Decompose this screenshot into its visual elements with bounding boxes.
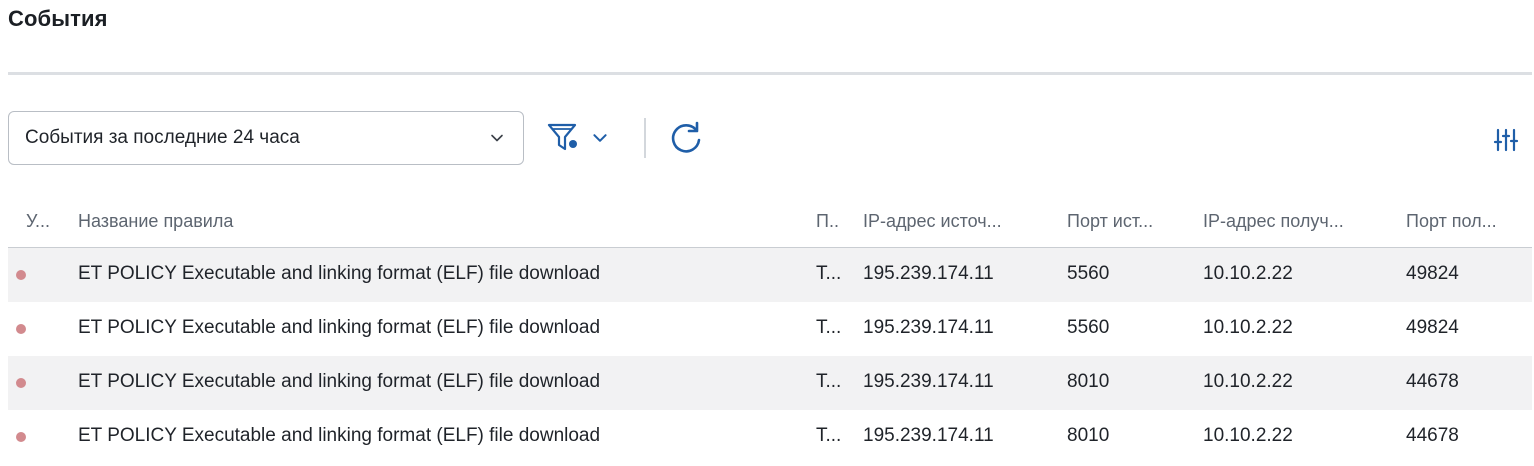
table-row[interactable]: ET POLICY Executable and linking format … bbox=[8, 356, 1532, 410]
destination-ip-cell: 10.10.2.22 bbox=[1203, 371, 1293, 392]
column-header-source-port[interactable]: Порт ист... bbox=[1067, 211, 1153, 232]
period-select-value: События за последние 24 часа bbox=[25, 127, 300, 148]
severity-indicator bbox=[16, 432, 26, 442]
source-port-cell: 8010 bbox=[1067, 425, 1110, 446]
rule-name-cell: ET POLICY Executable and linking format … bbox=[78, 371, 601, 392]
column-header-rule-name[interactable]: Название правила bbox=[78, 211, 233, 232]
destination-ip-cell: 10.10.2.22 bbox=[1203, 263, 1293, 284]
protocol-cell: T... bbox=[816, 317, 842, 338]
rule-name-cell: ET POLICY Executable and linking format … bbox=[78, 317, 601, 338]
column-header-protocol[interactable]: П.. bbox=[816, 211, 839, 232]
protocol-cell: T... bbox=[816, 263, 842, 284]
protocol-cell: T... bbox=[816, 425, 842, 446]
filter-icon bbox=[547, 123, 577, 151]
table-header: У... Название правила П.. IP-адрес источ… bbox=[8, 194, 1532, 248]
destination-port-cell: 44678 bbox=[1406, 425, 1459, 446]
destination-ip-cell: 10.10.2.22 bbox=[1203, 425, 1293, 446]
severity-indicator bbox=[16, 324, 26, 334]
column-header-destination-port[interactable]: Порт пол... bbox=[1406, 211, 1497, 232]
source-ip-cell: 195.239.174.11 bbox=[863, 371, 994, 392]
table-row[interactable]: ET POLICY Executable and linking format … bbox=[8, 302, 1532, 356]
source-port-cell: 5560 bbox=[1067, 317, 1110, 338]
severity-indicator bbox=[16, 270, 26, 280]
column-header-source-ip[interactable]: IP-адрес источ... bbox=[863, 211, 1002, 232]
source-ip-cell: 195.239.174.11 bbox=[863, 317, 994, 338]
chevron-down-icon bbox=[491, 134, 503, 142]
period-select[interactable]: События за последние 24 часа bbox=[8, 111, 524, 165]
table-row[interactable]: ET POLICY Executable and linking format … bbox=[8, 410, 1532, 464]
refresh-icon bbox=[671, 121, 701, 153]
source-port-cell: 5560 bbox=[1067, 263, 1110, 284]
refresh-button[interactable] bbox=[666, 119, 706, 159]
events-page: События События за последние 24 часа У..… bbox=[0, 0, 1534, 466]
page-title: События bbox=[8, 6, 108, 31]
severity-indicator bbox=[16, 378, 26, 388]
column-header-severity[interactable]: У... bbox=[26, 211, 50, 232]
source-ip-cell: 195.239.174.11 bbox=[863, 425, 994, 446]
column-header-destination-ip[interactable]: IP-адрес получ... bbox=[1203, 211, 1344, 232]
rule-name-cell: ET POLICY Executable and linking format … bbox=[78, 425, 601, 446]
protocol-cell: T... bbox=[816, 371, 842, 392]
destination-port-cell: 49824 bbox=[1406, 263, 1459, 284]
source-port-cell: 8010 bbox=[1067, 371, 1110, 392]
rule-name-cell: ET POLICY Executable and linking format … bbox=[78, 263, 601, 284]
filter-chevron-icon bbox=[593, 134, 607, 142]
source-ip-cell: 195.239.174.11 bbox=[863, 263, 994, 284]
events-table: У... Название правила П.. IP-адрес источ… bbox=[8, 194, 1532, 464]
destination-ip-cell: 10.10.2.22 bbox=[1203, 317, 1293, 338]
destination-port-cell: 44678 bbox=[1406, 371, 1459, 392]
filter-button[interactable] bbox=[545, 118, 619, 158]
toolbar-separator bbox=[644, 118, 646, 158]
title-divider bbox=[8, 72, 1532, 75]
table-row[interactable]: ET POLICY Executable and linking format … bbox=[8, 248, 1532, 302]
destination-port-cell: 49824 bbox=[1406, 317, 1459, 338]
column-settings-button[interactable] bbox=[1492, 126, 1520, 154]
column-settings-icon bbox=[1493, 128, 1519, 152]
